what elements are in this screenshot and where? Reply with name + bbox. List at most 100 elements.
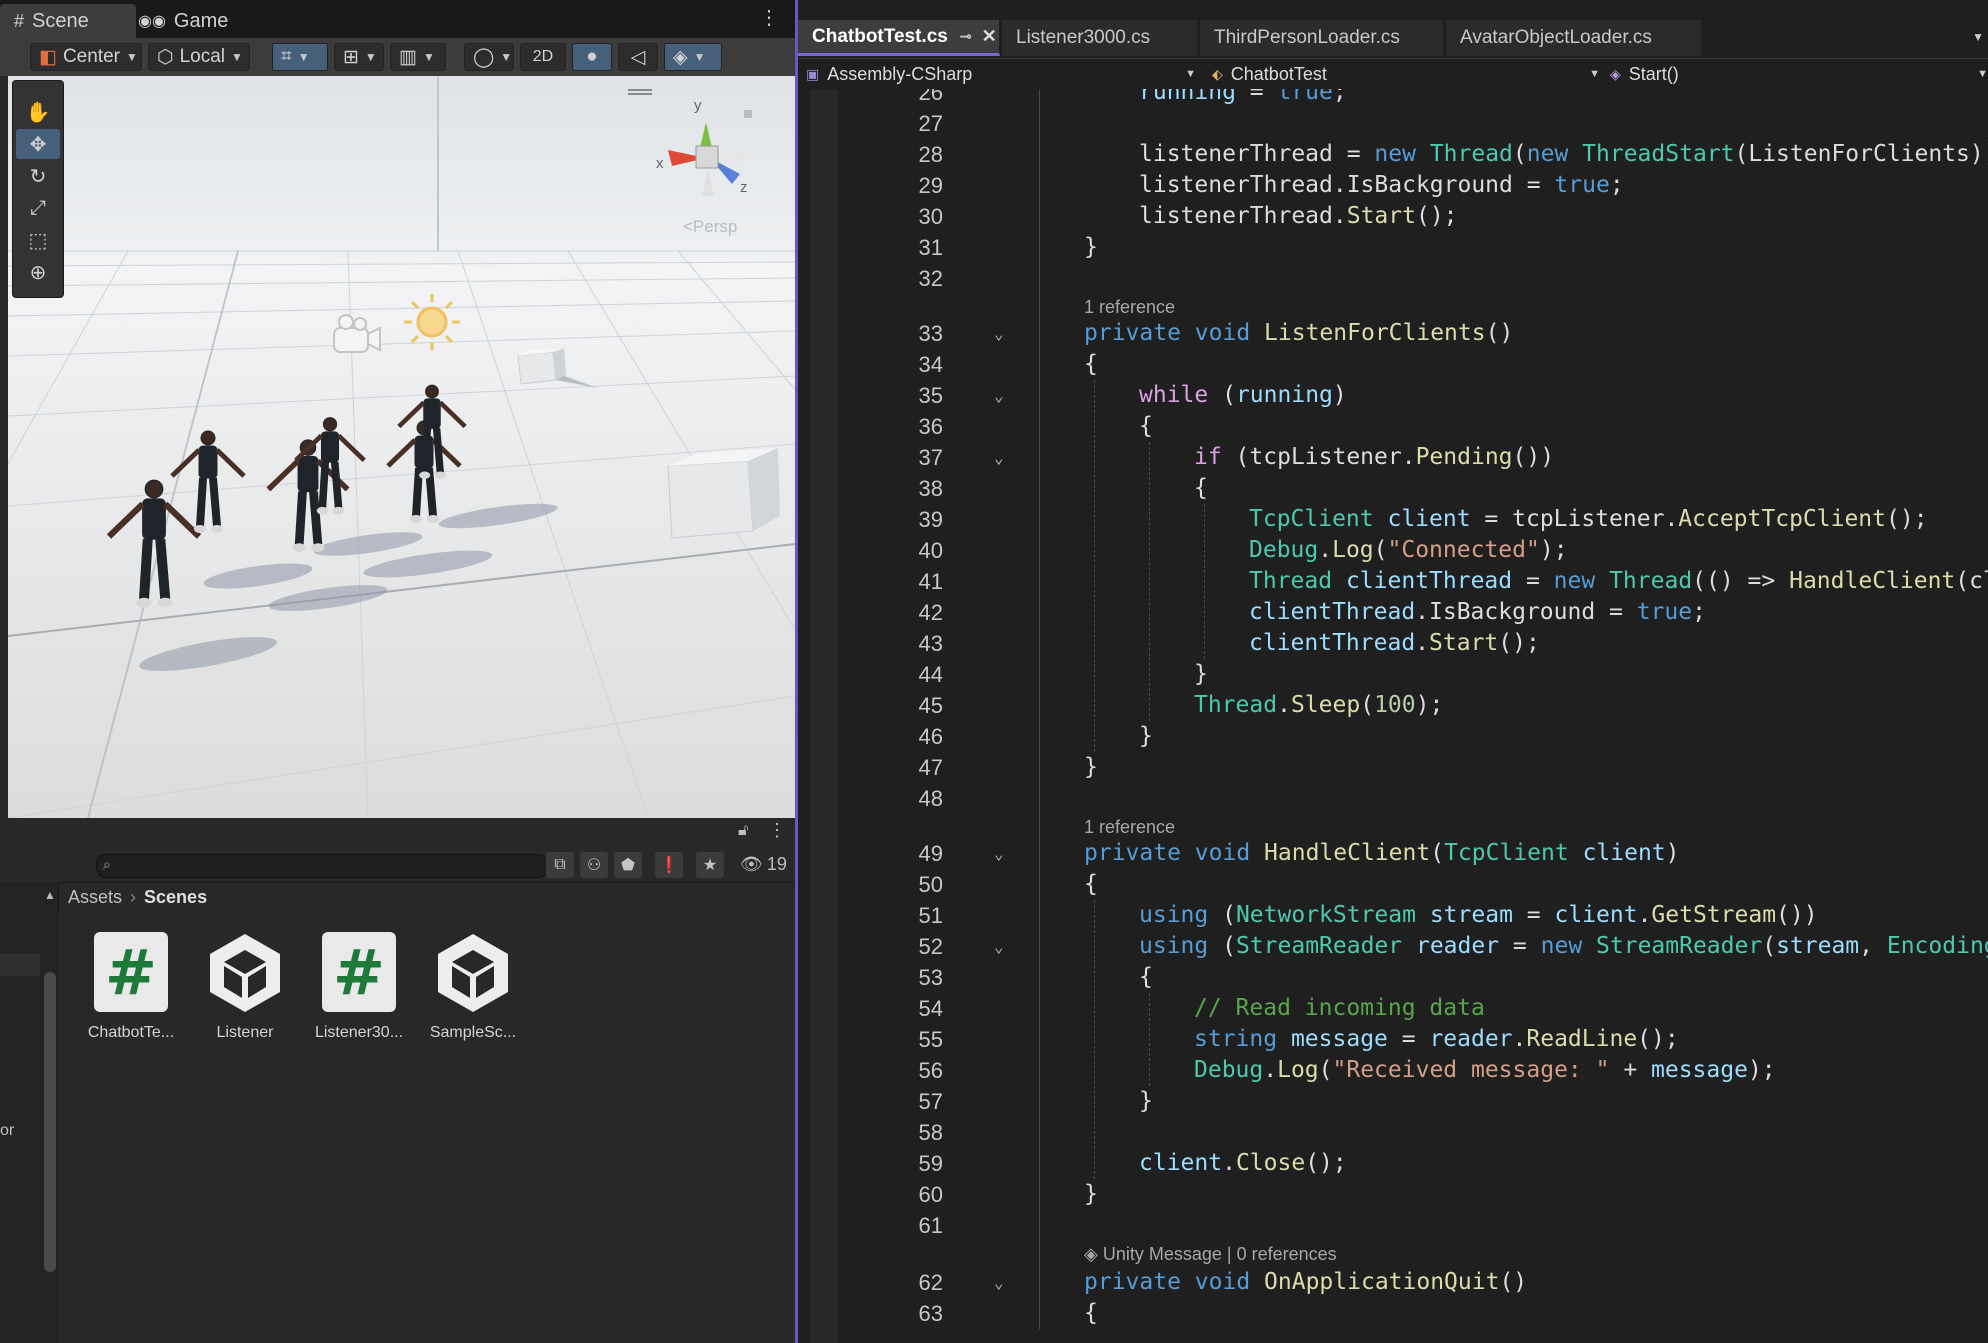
code-line[interactable]: 56 Debug.Log("Received message: " + messa… [798,1055,1988,1086]
tab-chatbottest[interactable]: ChatbotTest.cs ⊸ ✕ [798,20,1000,56]
asset-item[interactable]: Listener [190,932,300,1042]
type-dropdown[interactable]: ⬖ ChatbotTest ▼ [1212,61,1600,87]
code-line[interactable]: 33 ⌄ private void ListenForClients() [798,318,1988,349]
code-line[interactable]: 35 ⌄ while (running) [798,380,1988,411]
code-line[interactable]: 48 [798,783,1988,814]
orientation-gizmo[interactable]: y x z [648,88,758,213]
grid-visibility-button[interactable]: ▥ ▼ [390,43,446,71]
member-dropdown[interactable]: ◈ Start() ▼ [1610,61,1988,87]
code-line[interactable]: 37 ⌄ if (tcpListener.Pending()) [798,442,1988,473]
project-search-input[interactable]: ⌕ [96,854,548,878]
code-line[interactable]: 44} [798,659,1988,690]
code-line[interactable]: 32 [798,263,1988,294]
transform-tool-icon[interactable]: ⊕ [16,257,60,287]
code-line[interactable]: 58 [798,1117,1988,1148]
project-menu-icon[interactable]: ⋮ [768,820,786,841]
code-lens[interactable]: 1 reference [1084,292,1175,323]
hidden-packages-toggle[interactable]: 👁︎ 19 [740,854,787,875]
code-line[interactable]: 59 client.Close(); [798,1148,1988,1179]
code-lens[interactable]: ◈ Unity Message | 0 references [1084,1239,1337,1270]
close-icon[interactable]: ✕ [982,26,997,47]
tab-thirdpersonloader[interactable]: ThirdPersonLoader.cs [1200,20,1444,56]
code-line[interactable]: 45 Thread.Sleep(100); [798,690,1988,721]
breadcrumb-assets[interactable]: Assets [68,887,122,908]
code-line[interactable]: 27 [798,108,1988,139]
fold-chevron-icon[interactable]: ⌄ [994,838,1004,869]
code-line[interactable]: 62 ⌄ private void OnApplicationQuit() [798,1267,1988,1298]
tab-listener3000[interactable]: Listener3000.cs [1002,20,1198,56]
code-lens[interactable]: 1 reference [1084,812,1175,843]
code-line[interactable]: 38 { [798,473,1988,504]
2d-toggle[interactable]: 2D [520,43,566,71]
rect-tool-icon[interactable]: ⬚ [16,225,60,255]
code-line[interactable]: 34 { [798,349,1988,380]
code-line[interactable]: 51 using (NetworkStream stream = client.G… [798,900,1988,931]
scene-viewport[interactable]: y x z <Persp ✋ ✥ ↻ ⤢ ⬚ ⊕ [8,76,795,818]
move-tool-icon[interactable]: ✥ [16,129,60,159]
scene-menu-icon[interactable]: ⋮ [759,8,779,28]
code-line[interactable]: 53 { [798,962,1988,993]
projection-label[interactable]: <Persp [683,217,737,237]
fold-chevron-icon[interactable]: ⌄ [994,318,1004,349]
tab-overflow-icon[interactable]: ▼ [1972,30,1984,44]
fold-chevron-icon[interactable]: ⌄ [994,380,1004,411]
code-line[interactable]: 50 { [798,869,1988,900]
shading-mode-button[interactable]: ◯ ▼ [464,43,514,71]
lock-icon[interactable] [744,110,752,118]
favorites-icon[interactable]: ★ [696,852,724,878]
code-line[interactable]: 47} [798,752,1988,783]
pin-icon[interactable]: ⊸ [960,28,972,45]
log-filter-icon[interactable]: ❗ [655,852,683,878]
folder-tree-scrollbar[interactable] [44,972,56,1272]
effects-toggle[interactable]: ◈ ▼ [664,43,722,71]
project-dropdown[interactable]: ▣ Assembly-CSharp ▼ [806,61,1196,87]
code-line[interactable]: 26 running = true; [798,89,1988,108]
code-line[interactable]: 60} [798,1179,1988,1210]
scale-tool-icon[interactable]: ⤢ [16,193,60,223]
code-line[interactable]: 29 listenerThread.IsBackground = true; [798,170,1988,201]
code-line[interactable]: 28 listenerThread = new Thread(new Thread… [798,139,1988,170]
code-line[interactable]: 55 string message = reader.ReadLine(); [798,1024,1988,1055]
increment-snap-button[interactable]: ⊞ ▼ [334,43,384,71]
filter-by-label-icon[interactable]: ⬟ [614,852,642,878]
code-line[interactable]: 31} [798,232,1988,263]
code-line[interactable]: 43 clientThread.Start(); [798,628,1988,659]
pivot-dropdown[interactable]: ◧ Center ▼ [30,43,142,71]
asset-item[interactable]: # ChatbotTe... [76,932,186,1042]
code-line[interactable]: 54 // Read incoming data [798,993,1988,1024]
code-line[interactable]: 46} [798,721,1988,752]
hand-tool-icon[interactable]: ✋ [16,97,60,127]
project-folder-tree[interactable]: ▲ or [0,882,59,1343]
lock-icon[interactable]: 🔓︎ [738,822,748,840]
filter-by-type-icon[interactable]: ⚇ [580,852,608,878]
code-line[interactable]: 49 ⌄ private void HandleClient(TcpClient c… [798,838,1988,869]
code-line[interactable]: 61 [798,1210,1988,1241]
tab-game[interactable]: ◉◉ Game [124,4,252,38]
grid-snap-button[interactable]: ⌗ ▼ [272,43,328,71]
code-line[interactable]: 36 { [798,411,1988,442]
tab-scene[interactable]: # Scene [0,4,136,38]
code-line[interactable]: 63 { [798,1298,1988,1329]
scroll-up-icon[interactable]: ▲ [44,888,56,902]
fold-chevron-icon[interactable]: ⌄ [994,442,1004,473]
code-editor[interactable]: 26 running = true; 27 28 listenerThread = ne… [798,89,1988,1343]
code-line[interactable]: 39 TcpClient client = tcpListener.AcceptT… [798,504,1988,535]
selected-folder-row[interactable] [0,954,40,976]
asset-item[interactable]: SampleSc... [418,932,528,1042]
search-by-type-icon[interactable]: ⧉ [546,852,574,878]
code-line[interactable]: 42 clientThread.IsBackground = true; [798,597,1988,628]
breadcrumb-scenes[interactable]: Scenes [144,887,207,908]
fold-chevron-icon[interactable]: ⌄ [994,1267,1004,1298]
code-line[interactable]: 41 Thread clientThread = new Thread(() =>… [798,566,1988,597]
lighting-toggle[interactable]: ● [572,43,612,71]
tab-avatarobjectloader[interactable]: AvatarObjectLoader.cs [1446,20,1702,56]
rotate-tool-icon[interactable]: ↻ [16,161,60,191]
audio-toggle[interactable]: ◁ [618,43,658,71]
space-dropdown[interactable]: ⬡ Local ▼ [148,43,250,71]
code-line[interactable]: 52 ⌄ using (StreamReader reader = new Stre… [798,931,1988,962]
asset-item[interactable]: # Listener30... [304,932,414,1042]
code-line[interactable]: 40 Debug.Log("Connected"); [798,535,1988,566]
code-line[interactable]: 57} [798,1086,1988,1117]
code-line[interactable]: 30 listenerThread.Start(); [798,201,1988,232]
fold-chevron-icon[interactable]: ⌄ [994,931,1004,962]
